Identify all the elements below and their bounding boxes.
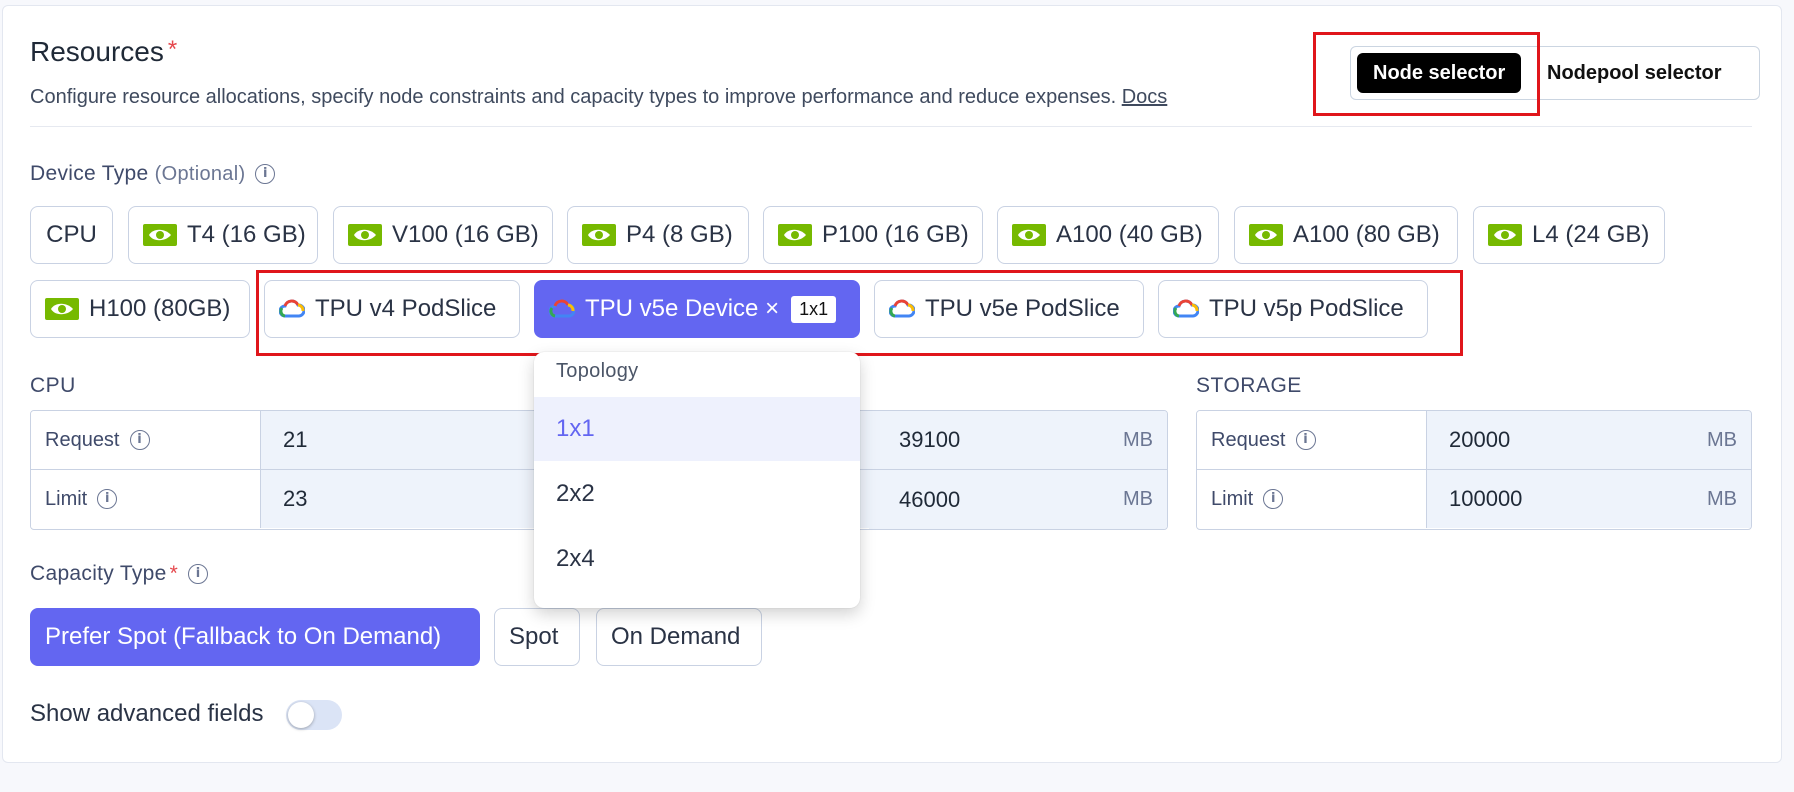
advanced-fields-label: Show advanced fields [30, 700, 264, 727]
device-chip-cpu[interactable]: CPU [30, 206, 113, 264]
storage-table: Request i 20000 MB Limit i 100000 MB [1196, 410, 1752, 530]
info-icon[interactable]: i [129, 430, 150, 450]
topology-option-1x1[interactable]: 1x1 [534, 397, 860, 461]
device-chip-h100[interactable]: H100 (80GB) [30, 280, 250, 338]
nvidia-icon [45, 298, 79, 320]
docs-link[interactable]: Docs [1122, 86, 1168, 108]
nvidia-icon [1488, 224, 1522, 246]
info-icon[interactable]: i [1263, 489, 1284, 509]
storage-request-label: Request i [1197, 411, 1427, 469]
section-description: Configure resource allocations, specify … [30, 86, 1168, 108]
storage-label: STORAGE [1196, 374, 1302, 397]
storage-limit-input[interactable]: 100000 MB [1427, 470, 1751, 528]
nvidia-icon [1012, 224, 1046, 246]
capacity-on-demand[interactable]: On Demand [596, 608, 762, 666]
storage-limit-label: Limit i [1197, 470, 1427, 528]
cpu-label: CPU [30, 374, 76, 397]
cpu-request-label: Request i [31, 411, 261, 469]
topology-dropdown: Topology 1x1 2x2 2x4 [534, 352, 860, 608]
topology-option-2x4[interactable]: 2x4 [534, 527, 860, 591]
storage-request-row: Request i 20000 MB [1197, 411, 1751, 469]
nvidia-icon [1249, 224, 1283, 246]
device-chip-l4[interactable]: L4 (24 GB) [1473, 206, 1665, 264]
cpu-limit-label: Limit i [31, 470, 261, 528]
nvidia-icon [778, 224, 812, 246]
nvidia-icon [348, 224, 382, 246]
nvidia-icon [582, 224, 616, 246]
info-icon[interactable]: i [97, 489, 118, 509]
info-icon[interactable]: i [1295, 430, 1316, 450]
device-chip-a100-80[interactable]: A100 (80 GB) [1234, 206, 1458, 264]
highlight-box-node-selector [1313, 32, 1540, 116]
device-chip-v100[interactable]: V100 (16 GB) [333, 206, 553, 264]
nodepool-selector-button[interactable]: Nodepool selector [1531, 53, 1737, 93]
toggle-knob [288, 702, 314, 728]
capacity-spot[interactable]: Spot [494, 608, 580, 666]
advanced-fields-toggle[interactable] [286, 700, 342, 730]
device-chip-p100[interactable]: P100 (16 GB) [763, 206, 983, 264]
storage-request-unit: MB [1707, 428, 1737, 451]
section-title: Resources * [30, 36, 178, 67]
memory-limit-input[interactable]: 46000 MB [869, 470, 1167, 529]
device-type-label: Device Type (Optional) i [30, 162, 276, 186]
nvidia-icon [143, 224, 177, 246]
memory-request-input[interactable]: 39100 MB [869, 411, 1167, 469]
storage-limit-row: Limit i 100000 MB [1197, 470, 1751, 528]
capacity-type-label: Capacity Type * i [30, 562, 209, 586]
device-chip-p4[interactable]: P4 (8 GB) [567, 206, 749, 264]
divider [30, 126, 1752, 127]
memory-request-unit: MB [1123, 428, 1153, 451]
storage-limit-unit: MB [1707, 487, 1737, 510]
storage-request-input[interactable]: 20000 MB [1427, 411, 1751, 469]
topology-title: Topology [556, 360, 639, 382]
device-chip-a100-40[interactable]: A100 (40 GB) [997, 206, 1219, 264]
highlight-box-tpu-options [256, 270, 1463, 356]
info-icon[interactable]: i [188, 564, 209, 585]
memory-limit-unit: MB [1123, 488, 1153, 510]
device-chip-t4[interactable]: T4 (16 GB) [128, 206, 318, 264]
info-icon[interactable]: i [255, 164, 276, 185]
topology-option-2x2[interactable]: 2x2 [534, 462, 860, 526]
required-mark: * [169, 562, 179, 585]
capacity-prefer-spot[interactable]: Prefer Spot (Fallback to On Demand) [30, 608, 480, 666]
required-mark: * [167, 36, 178, 63]
